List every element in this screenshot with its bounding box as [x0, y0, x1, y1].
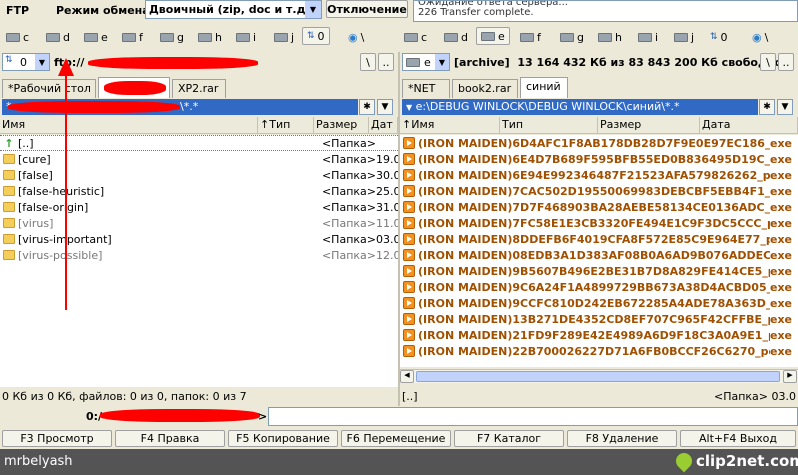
arrow-head	[58, 58, 74, 76]
annotation-arrow	[58, 58, 74, 310]
